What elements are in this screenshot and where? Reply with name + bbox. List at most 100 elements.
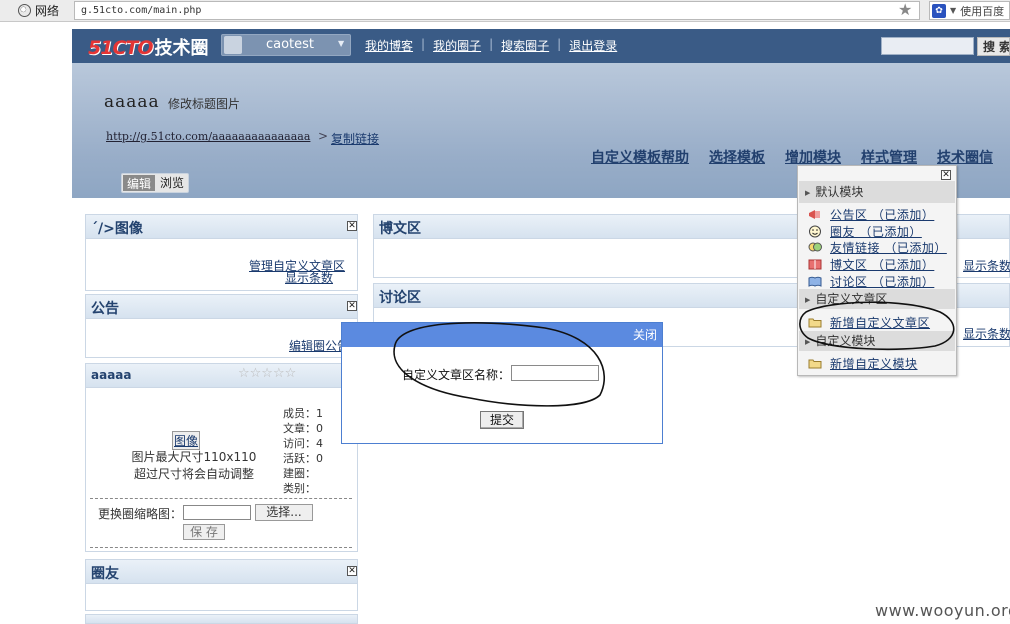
module-item-friends[interactable]: 圈友 （已添加） — [808, 223, 922, 240]
bookmark-star-icon[interactable]: ★ — [898, 0, 912, 20]
panel-title: aaaaa — [91, 368, 132, 382]
folder-icon — [808, 359, 822, 369]
dialog-field-label: 自定义文章区名称： — [402, 368, 511, 382]
blog-main-nav: 自定义模板帮助 选择模板 增加模块 样式管理 技术圈信 — [591, 147, 993, 167]
close-icon[interactable]: ✕ — [347, 566, 357, 576]
top-nav: 我的博客 | 我的圈子 | 搜索圈子 | 退出登录 — [365, 37, 617, 54]
display-count-link[interactable]: 显示条数 — [963, 325, 1010, 342]
tab-edit[interactable]: 编辑 — [123, 175, 156, 191]
add-custom-article-item[interactable]: 新增自定义文章区 — [808, 314, 930, 331]
display-count-link[interactable]: 显示条数 — [285, 269, 333, 286]
module-label: 讨论区 （已添加） — [830, 275, 935, 289]
panel-title: 讨论区 — [379, 290, 421, 306]
nav-logout[interactable]: 退出登录 — [569, 37, 617, 54]
megaphone-icon — [809, 210, 820, 219]
baidu-paw-icon: ✿ — [932, 3, 946, 18]
divider — [90, 498, 352, 499]
thumb-file-input[interactable] — [183, 505, 251, 520]
close-icon[interactable]: ✕ — [347, 301, 357, 311]
save-thumb-button[interactable]: 保 存 — [183, 524, 225, 540]
dialog-close-button[interactable]: 关闭 — [633, 326, 657, 343]
stat-created: 建圈： — [283, 467, 316, 480]
nav-style-manage[interactable]: 样式管理 — [861, 147, 917, 167]
stat-members: 成员：1 — [283, 407, 323, 420]
site-search-input[interactable] — [881, 37, 974, 55]
search-engine-label: 使用百度 — [960, 4, 1005, 18]
circle-stats: 成员：1 文章：0 访问：4 活跃：0 建圈： 类别： — [283, 406, 323, 496]
module-label: 公告区 （已添加） — [830, 208, 935, 222]
stat-articles: 文章：0 — [283, 422, 323, 435]
module-item-discussion[interactable]: 讨论区 （已添加） — [808, 273, 934, 290]
tab-browse[interactable]: 浏览 — [156, 174, 188, 192]
submit-button[interactable]: 提交 — [480, 411, 524, 429]
username: caotest — [265, 37, 315, 52]
nav-separator: | — [421, 37, 426, 51]
site-logo[interactable]: 51CTO 技术圈 — [88, 34, 209, 59]
smiley-icon — [809, 225, 821, 238]
section-custom-article[interactable]: ▶ 自定义文章区 — [799, 289, 955, 309]
nav-separator: | — [557, 37, 562, 51]
avatar — [224, 36, 242, 54]
nav-separator: | — [489, 37, 494, 51]
rating-stars[interactable]: ☆☆☆☆☆ — [238, 366, 296, 381]
edit-title-image-link[interactable]: 修改标题图片 — [168, 95, 240, 112]
choose-file-button[interactable]: 选择... — [255, 504, 313, 521]
blog-url[interactable]: http://g.51cto.com/aaaaaaaaaaaaaaa — [106, 130, 310, 143]
triangle-right-icon: ▶ — [805, 296, 811, 304]
edit-notice-link[interactable]: 编辑圈公告 — [289, 337, 349, 354]
panel-title: 公告 — [91, 301, 119, 317]
module-label: 友情链接 （已添加） — [830, 241, 947, 255]
nav-choose-template[interactable]: 选择模板 — [709, 147, 765, 167]
module-item-links[interactable]: 友情链接 （已添加） — [808, 239, 947, 256]
copy-link-button[interactable]: 复制链接 — [331, 130, 379, 147]
panel-title: 圈友 — [91, 566, 119, 582]
site-search-button[interactable]: 搜索 — [977, 37, 1010, 56]
image-hint-line: 超过尺寸将会自动调整 — [133, 467, 254, 481]
nav-circle-info[interactable]: 技术圈信 — [937, 147, 993, 167]
section-label: 默认模块 — [815, 185, 864, 199]
module-item-blog[interactable]: 博文区 （已添加） — [808, 256, 934, 273]
stat-visits: 访问：4 — [283, 437, 323, 450]
display-count-link[interactable]: 显示条数 — [963, 257, 1010, 274]
panel-title: ´/>图像 — [91, 221, 143, 237]
section-label: 自定义文章区 — [815, 292, 888, 306]
image-hint-line: 图片最大尺寸110x110 — [131, 450, 257, 464]
search-engine-box[interactable]: ✿ ▼ 使用百度 — [929, 1, 1010, 20]
close-icon[interactable]: ✕ — [941, 170, 951, 180]
nav-add-module[interactable]: 增加模块 — [785, 147, 841, 167]
blog-title: aaaaa — [104, 92, 160, 112]
nav-template-help[interactable]: 自定义模板帮助 — [591, 147, 689, 167]
notice-panel: 公告 ✕ 编辑圈公告 — [85, 294, 358, 358]
globe-icon — [18, 4, 31, 17]
triangle-right-icon: ▶ — [805, 189, 811, 197]
watermark: www.wooyun.org — [875, 601, 1010, 620]
module-item-notice[interactable]: 公告区 （已添加） — [808, 206, 934, 223]
address-bar[interactable]: g.51cto.com/main.php — [74, 1, 920, 20]
logo-brand: 51CTO — [88, 37, 153, 59]
dialog-header — [342, 323, 662, 347]
network-button[interactable]: 网络 — [14, 1, 65, 20]
close-icon[interactable]: ✕ — [347, 221, 357, 231]
logo-text: 技术圈 — [154, 38, 209, 59]
section-custom-module[interactable]: ▶ 自定义模块 — [799, 331, 955, 351]
network-label: 网络 — [35, 4, 60, 18]
panel-header — [86, 560, 357, 584]
chevron-down-icon[interactable]: ▼ — [950, 6, 956, 15]
stat-category: 类别： — [283, 482, 316, 495]
module-label: 博文区 （已添加） — [830, 258, 935, 272]
article-name-input[interactable] — [511, 365, 599, 381]
circle-info-panel: aaaaa ☆☆☆☆☆ 图像 图片最大尺寸110x110 超过尺寸将会自动调整 … — [85, 363, 358, 552]
nav-search-circles[interactable]: 搜索圈子 — [501, 37, 549, 54]
nav-my-circles[interactable]: 我的圈子 — [433, 37, 481, 54]
module-label: 圈友 （已添加） — [830, 225, 922, 239]
add-custom-module-item[interactable]: 新增自定义模块 — [808, 355, 918, 372]
stat-active: 活跃：0 — [283, 452, 323, 465]
module-label: 新增自定义文章区 — [830, 316, 931, 330]
section-default-modules[interactable]: ▶ 默认模块 — [799, 181, 955, 203]
panel-header — [86, 295, 357, 319]
nav-my-blog[interactable]: 我的博客 — [365, 37, 413, 54]
chevron-down-icon[interactable]: ▼ — [338, 39, 344, 48]
mode-tabs: 编辑 浏览 — [121, 173, 190, 193]
next-panel-header — [85, 614, 358, 624]
panel-title: 博文区 — [379, 221, 421, 237]
